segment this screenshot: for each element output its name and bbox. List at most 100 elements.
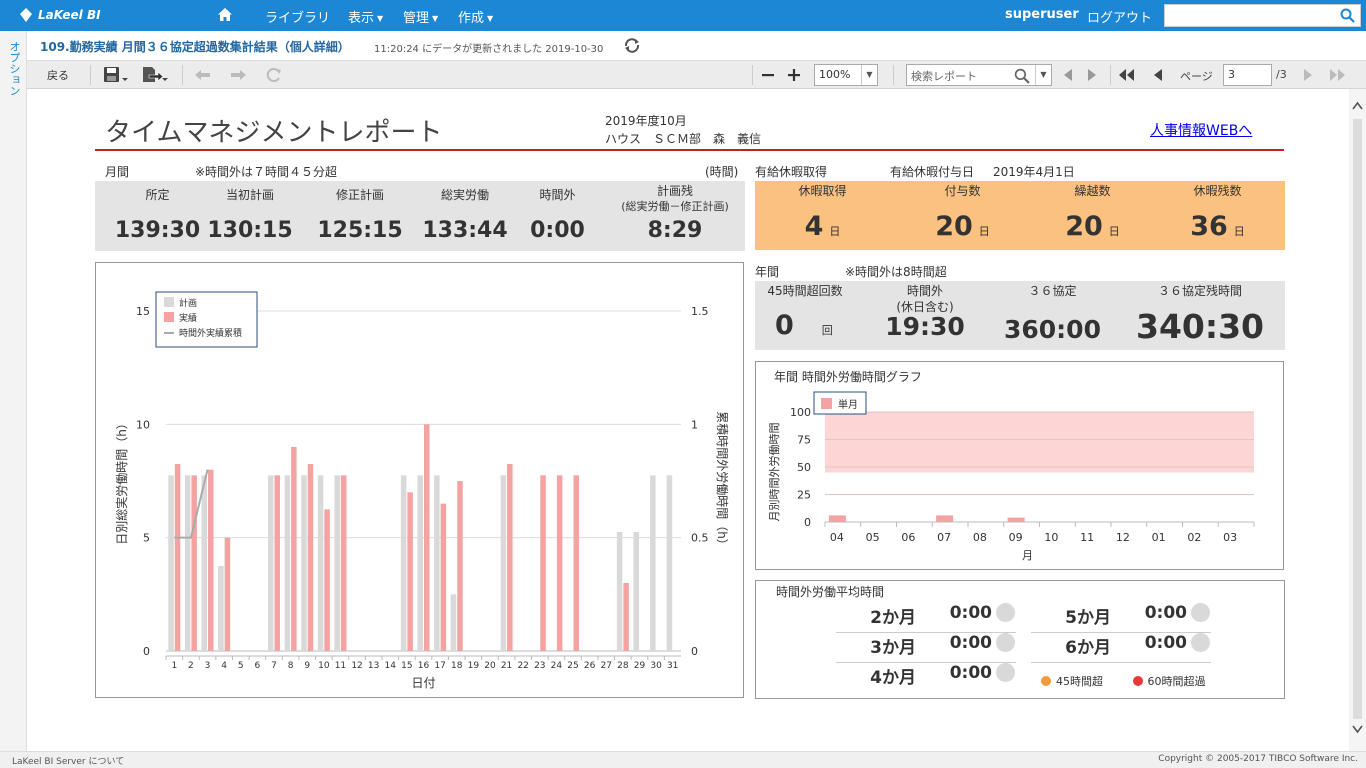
annual-label: 年間 bbox=[755, 265, 780, 279]
bar-plan bbox=[400, 475, 407, 651]
annual-overtime-chart: 年間 時間外労働時間グラフ 0 25 50 75 100 04 05 06 07 08 09 10 11 1… bbox=[767, 370, 1255, 562]
bar-actual bbox=[340, 475, 347, 651]
x-tick-label: 07 bbox=[937, 531, 951, 544]
cell-header: 計画残 bbox=[656, 184, 693, 198]
x-tick-label: 30 bbox=[650, 661, 662, 671]
menu-manage[interactable]: 管理 ▼ bbox=[403, 7, 438, 26]
y-tick-label: 15 bbox=[136, 305, 150, 318]
average-value: 0:00 bbox=[1144, 633, 1187, 653]
bar-actual bbox=[191, 475, 197, 651]
redo-icon[interactable] bbox=[228, 66, 248, 88]
x-tick-label: 6 bbox=[255, 661, 261, 671]
monthly-cell: 修正計画 125:15 bbox=[305, 187, 415, 243]
global-search-input[interactable] bbox=[1164, 4, 1361, 27]
legend-swatch bbox=[164, 297, 174, 307]
x-tick-label: 11 bbox=[335, 661, 346, 671]
cell-value: 340:30 bbox=[1135, 307, 1264, 346]
bar-plan bbox=[616, 532, 623, 651]
divider bbox=[1110, 65, 1111, 85]
chevron-down-icon: ▼ bbox=[487, 14, 494, 23]
daily-hours-chart-panel: 0 5 10 15 0 0.5 1 1.5 1 2 3 4 5 6 7 8 9 10 11 12 13 14 15 16 17 1… bbox=[95, 262, 744, 698]
y-tick-label: 50 bbox=[797, 461, 811, 474]
about-link[interactable]: LaKeel BI Server について bbox=[12, 754, 124, 767]
legend-item-45h: 45時間超 bbox=[1041, 675, 1103, 688]
next-result-icon[interactable] bbox=[1085, 67, 1099, 87]
y2-tick-label: 0 bbox=[691, 645, 698, 658]
export-icon[interactable] bbox=[141, 66, 169, 88]
page-label: ページ bbox=[1180, 70, 1213, 83]
x-tick-label: 11 bbox=[1080, 531, 1094, 544]
zoom-select[interactable]: 100% ▼ bbox=[814, 64, 878, 86]
cell-header: 修正計画 bbox=[335, 188, 384, 202]
save-icon[interactable] bbox=[103, 66, 129, 88]
leave-cell: 休暇残数 36 日 bbox=[1150, 183, 1285, 242]
x-axis-title: 日付 bbox=[411, 676, 435, 690]
user-name[interactable]: superuser bbox=[1005, 7, 1079, 22]
status-indicator bbox=[1191, 633, 1210, 652]
bar-plan bbox=[650, 475, 656, 651]
cell-value: 36 bbox=[1190, 211, 1228, 242]
next-page-icon[interactable] bbox=[1301, 67, 1315, 87]
undo-icon[interactable] bbox=[193, 66, 213, 88]
prev-page-icon[interactable] bbox=[1151, 67, 1165, 87]
x-tick-label: 25 bbox=[567, 661, 578, 671]
report-title-bar: 109.勤務実績 月間３６協定超過数集計結果（個人詳細） 11:20:24 にデ… bbox=[27, 31, 1366, 61]
hr-web-link[interactable]: 人事情報WEBへ bbox=[1150, 120, 1252, 140]
x-tick-label: 01 bbox=[1152, 531, 1166, 544]
zoom-out-icon[interactable] bbox=[760, 67, 776, 87]
x-tick-label: 05 bbox=[866, 531, 880, 544]
cell-header: 当初計画 bbox=[225, 188, 274, 202]
x-tick-label: 8 bbox=[288, 661, 294, 671]
leave-cell: 休暇取得 4 日 bbox=[755, 183, 890, 242]
back-button[interactable]: 戻る bbox=[47, 67, 69, 83]
chart-title: 年間 時間外労働時間グラフ bbox=[774, 370, 922, 384]
report-search-input[interactable]: 検索レポート ▼ bbox=[906, 64, 1052, 86]
home-icon[interactable] bbox=[217, 7, 233, 26]
x-tick-label: 10 bbox=[318, 661, 330, 671]
x-tick-label: 08 bbox=[973, 531, 987, 544]
status-indicator bbox=[996, 663, 1015, 682]
bar-monthly-overtime bbox=[828, 515, 846, 522]
cell-value: 360:00 bbox=[1004, 315, 1101, 344]
bar-actual bbox=[324, 509, 330, 651]
cell-value: 4 bbox=[804, 211, 824, 242]
options-side-tab[interactable]: オプション bbox=[0, 31, 27, 751]
cell-header: ３６協定 bbox=[1028, 284, 1077, 298]
x-tick-label: 24 bbox=[551, 661, 563, 671]
bar-actual bbox=[407, 492, 413, 651]
x-tick-label: 10 bbox=[1044, 531, 1058, 544]
x-tick-label: 16 bbox=[418, 661, 430, 671]
menu-view[interactable]: 表示 ▼ bbox=[348, 7, 383, 26]
zoom-in-icon[interactable] bbox=[786, 67, 802, 87]
vertical-scrollbar[interactable] bbox=[1349, 89, 1366, 751]
bar-plan bbox=[666, 475, 673, 651]
side-tab-label: オプション bbox=[8, 41, 21, 96]
reset-icon[interactable] bbox=[265, 66, 285, 88]
search-icon[interactable] bbox=[1340, 8, 1355, 23]
average-row: 2か月 0:00 bbox=[836, 603, 1016, 633]
bar-plan bbox=[417, 475, 423, 651]
page-number-input[interactable]: 3 bbox=[1223, 64, 1272, 86]
brand-logo[interactable]: LaKeel BI bbox=[18, 7, 101, 23]
logout-link[interactable]: ログアウト bbox=[1087, 7, 1152, 26]
bar-actual bbox=[623, 583, 629, 651]
report-title: タイムマネジメントレポート bbox=[105, 118, 443, 148]
y-axis-title: 月別時間外労働時間 bbox=[767, 423, 781, 522]
status-indicator bbox=[996, 603, 1015, 622]
last-page-icon[interactable] bbox=[1327, 67, 1347, 87]
prev-result-icon[interactable] bbox=[1061, 67, 1075, 87]
cell-value: 20 bbox=[1065, 211, 1103, 242]
refresh-icon[interactable] bbox=[623, 37, 641, 57]
bar-monthly-overtime bbox=[936, 515, 954, 522]
x-tick-label: 15 bbox=[401, 661, 412, 671]
y-axis-title: 日別総実労働時間（h） bbox=[114, 417, 129, 545]
first-page-icon[interactable] bbox=[1117, 67, 1137, 87]
bar-plan bbox=[633, 532, 639, 651]
grant-date: 2019年4月1日 bbox=[993, 165, 1075, 179]
menu-create[interactable]: 作成 ▼ bbox=[458, 7, 493, 26]
update-status: 11:20:24 にデータが更新されました 2019-10-30 bbox=[374, 44, 604, 55]
menu-library[interactable]: ライブラリ bbox=[265, 7, 330, 26]
average-value: 0:00 bbox=[949, 633, 992, 653]
x-tick-label: 3 bbox=[205, 661, 211, 671]
x-tick-label: 06 bbox=[901, 531, 915, 544]
